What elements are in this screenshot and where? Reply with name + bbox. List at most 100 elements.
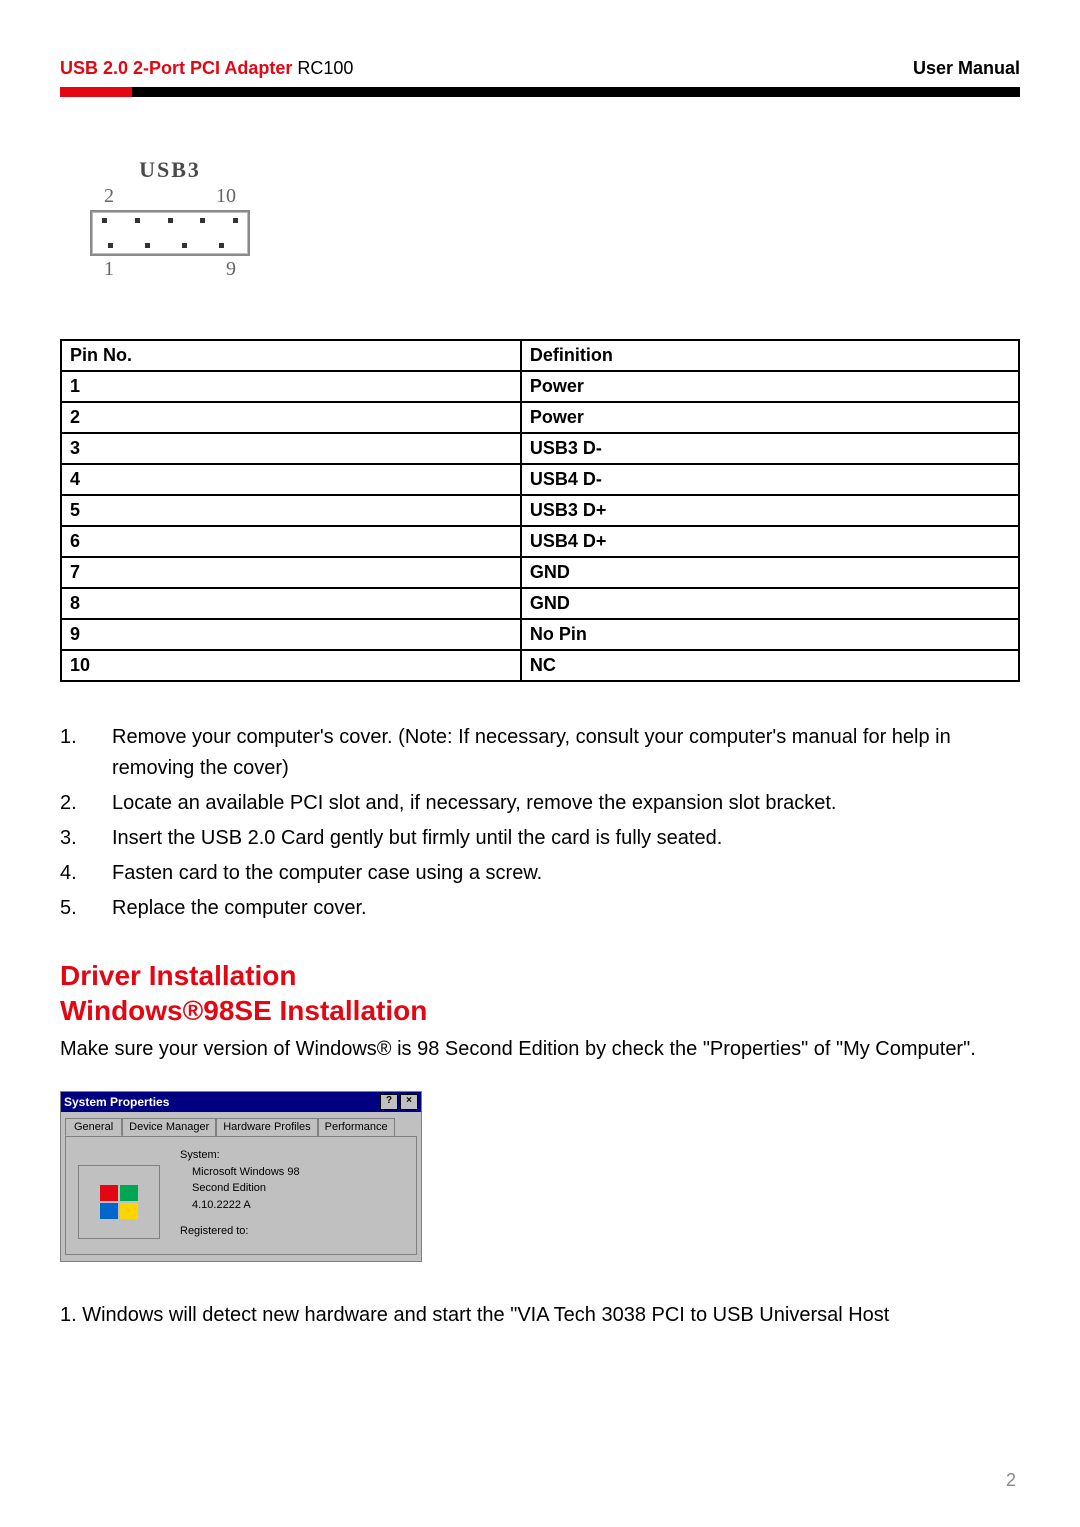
cell-def: No Pin [521, 619, 1019, 650]
dialog-title: System Properties [64, 1095, 378, 1109]
list-text: Replace the computer cover. [112, 893, 1020, 924]
product-name: USB 2.0 2-Port PCI Adapter [60, 58, 297, 78]
pin-dot [145, 243, 150, 248]
table-row: 8GND [61, 588, 1019, 619]
usb3-pin-10-label: 10 [216, 185, 236, 208]
heading-line-1: Driver Installation [60, 958, 1020, 993]
cell-def: USB3 D- [521, 433, 1019, 464]
list-number: 2. [60, 788, 112, 819]
logo-quadrant [120, 1203, 138, 1219]
pin-dot [182, 243, 187, 248]
cell-pin: 4 [61, 464, 521, 495]
list-item: 2. Locate an available PCI slot and, if … [60, 788, 1020, 819]
table-row: 1Power [61, 371, 1019, 402]
logo-quadrant [100, 1185, 118, 1201]
usb3-diagram: USB3 2 10 1 9 [90, 157, 250, 281]
section-intro: Make sure your version of Windows® is 98… [60, 1034, 1020, 1065]
close-button[interactable]: × [400, 1094, 418, 1110]
cell-def: NC [521, 650, 1019, 681]
usb3-pin-1-label: 1 [104, 258, 114, 281]
usb3-pin-2-label: 2 [104, 185, 114, 208]
cell-def: USB4 D+ [521, 526, 1019, 557]
tab-performance[interactable]: Performance [318, 1118, 395, 1136]
cell-pin: 3 [61, 433, 521, 464]
heading-line-2: Windows®98SE Installation [60, 993, 1020, 1028]
list-number: 3. [60, 823, 112, 854]
col-header-pin: Pin No. [61, 340, 521, 371]
pin-dot [108, 243, 113, 248]
cell-def: USB3 D+ [521, 495, 1019, 526]
tab-hardware-profiles[interactable]: Hardware Profiles [216, 1118, 317, 1136]
dialog-tabs: General Device Manager Hardware Profiles… [61, 1112, 421, 1136]
header-right: User Manual [913, 58, 1020, 79]
col-header-def: Definition [521, 340, 1019, 371]
cell-pin: 9 [61, 619, 521, 650]
cell-pin: 10 [61, 650, 521, 681]
pin-dot [233, 218, 238, 223]
cell-def: Power [521, 371, 1019, 402]
usb3-bottom-numbers: 1 9 [90, 258, 250, 281]
cell-def: USB4 D- [521, 464, 1019, 495]
table-row: 2Power [61, 402, 1019, 433]
tab-panel-general: System: Microsoft Windows 98 Second Edit… [65, 1136, 417, 1255]
pin-dot [219, 243, 224, 248]
product-model: RC100 [297, 58, 353, 78]
system-label: System: [180, 1147, 300, 1164]
usb3-title: USB3 [90, 157, 250, 183]
list-text: Locate an available PCI slot and, if nec… [112, 788, 1020, 819]
pin-definition-table: Pin No. Definition 1Power 2Power 3USB3 D… [60, 339, 1020, 682]
windows-logo-icon [78, 1165, 160, 1239]
header-rule-black [60, 87, 1020, 97]
usb3-pin-9-label: 9 [226, 258, 236, 281]
table-row: 10NC [61, 650, 1019, 681]
list-item: 3. Insert the USB 2.0 Card gently but fi… [60, 823, 1020, 854]
dialog-titlebar: System Properties ? × [61, 1092, 421, 1112]
cell-pin: 7 [61, 557, 521, 588]
help-button[interactable]: ? [380, 1094, 398, 1110]
page: USB 2.0 2-Port PCI Adapter RC100 User Ma… [0, 0, 1080, 1527]
post-dialog-step: 1. Windows will detect new hardware and … [60, 1300, 1020, 1331]
table-row: 4USB4 D- [61, 464, 1019, 495]
system-os-edition: Second Edition [180, 1180, 300, 1197]
list-item: 5. Replace the computer cover. [60, 893, 1020, 924]
win98-system-properties-dialog: System Properties ? × General Device Man… [60, 1091, 422, 1262]
page-number: 2 [1006, 1470, 1016, 1491]
page-header: USB 2.0 2-Port PCI Adapter RC100 User Ma… [60, 58, 1020, 79]
logo-quadrant [120, 1185, 138, 1201]
list-item: 1. Remove your computer's cover. (Note: … [60, 722, 1020, 784]
list-text: Insert the USB 2.0 Card gently but firml… [112, 823, 1020, 854]
registered-to-label: Registered to: [180, 1223, 300, 1240]
tab-general[interactable]: General [65, 1118, 122, 1136]
cell-def: GND [521, 588, 1019, 619]
table-row: 6USB4 D+ [61, 526, 1019, 557]
table-row: 5USB3 D+ [61, 495, 1019, 526]
system-os-name: Microsoft Windows 98 [180, 1164, 300, 1181]
cell-pin: 1 [61, 371, 521, 402]
table-row: 7GND [61, 557, 1019, 588]
usb3-connector [90, 210, 250, 256]
pin-dot [168, 218, 173, 223]
list-item: 4. Fasten card to the computer case usin… [60, 858, 1020, 889]
list-text: Fasten card to the computer case using a… [112, 858, 1020, 889]
cell-pin: 2 [61, 402, 521, 433]
list-number: 5. [60, 893, 112, 924]
cell-pin: 8 [61, 588, 521, 619]
pin-dot [102, 218, 107, 223]
list-number: 1. [60, 722, 112, 784]
header-product: USB 2.0 2-Port PCI Adapter RC100 [60, 58, 353, 79]
pin-dot [135, 218, 140, 223]
usb3-top-pins [102, 218, 238, 223]
section-heading: Driver Installation Windows®98SE Install… [60, 958, 1020, 1028]
cell-pin: 5 [61, 495, 521, 526]
pin-dot [200, 218, 205, 223]
system-info: System: Microsoft Windows 98 Second Edit… [180, 1147, 300, 1240]
table-row: 9No Pin [61, 619, 1019, 650]
usb3-top-numbers: 2 10 [90, 185, 250, 208]
tab-device-manager[interactable]: Device Manager [122, 1118, 216, 1136]
install-instructions: 1. Remove your computer's cover. (Note: … [60, 722, 1020, 924]
cell-pin: 6 [61, 526, 521, 557]
header-underline [60, 87, 1020, 97]
cell-def: GND [521, 557, 1019, 588]
table-row: 3USB3 D- [61, 433, 1019, 464]
logo-quadrant [100, 1203, 118, 1219]
